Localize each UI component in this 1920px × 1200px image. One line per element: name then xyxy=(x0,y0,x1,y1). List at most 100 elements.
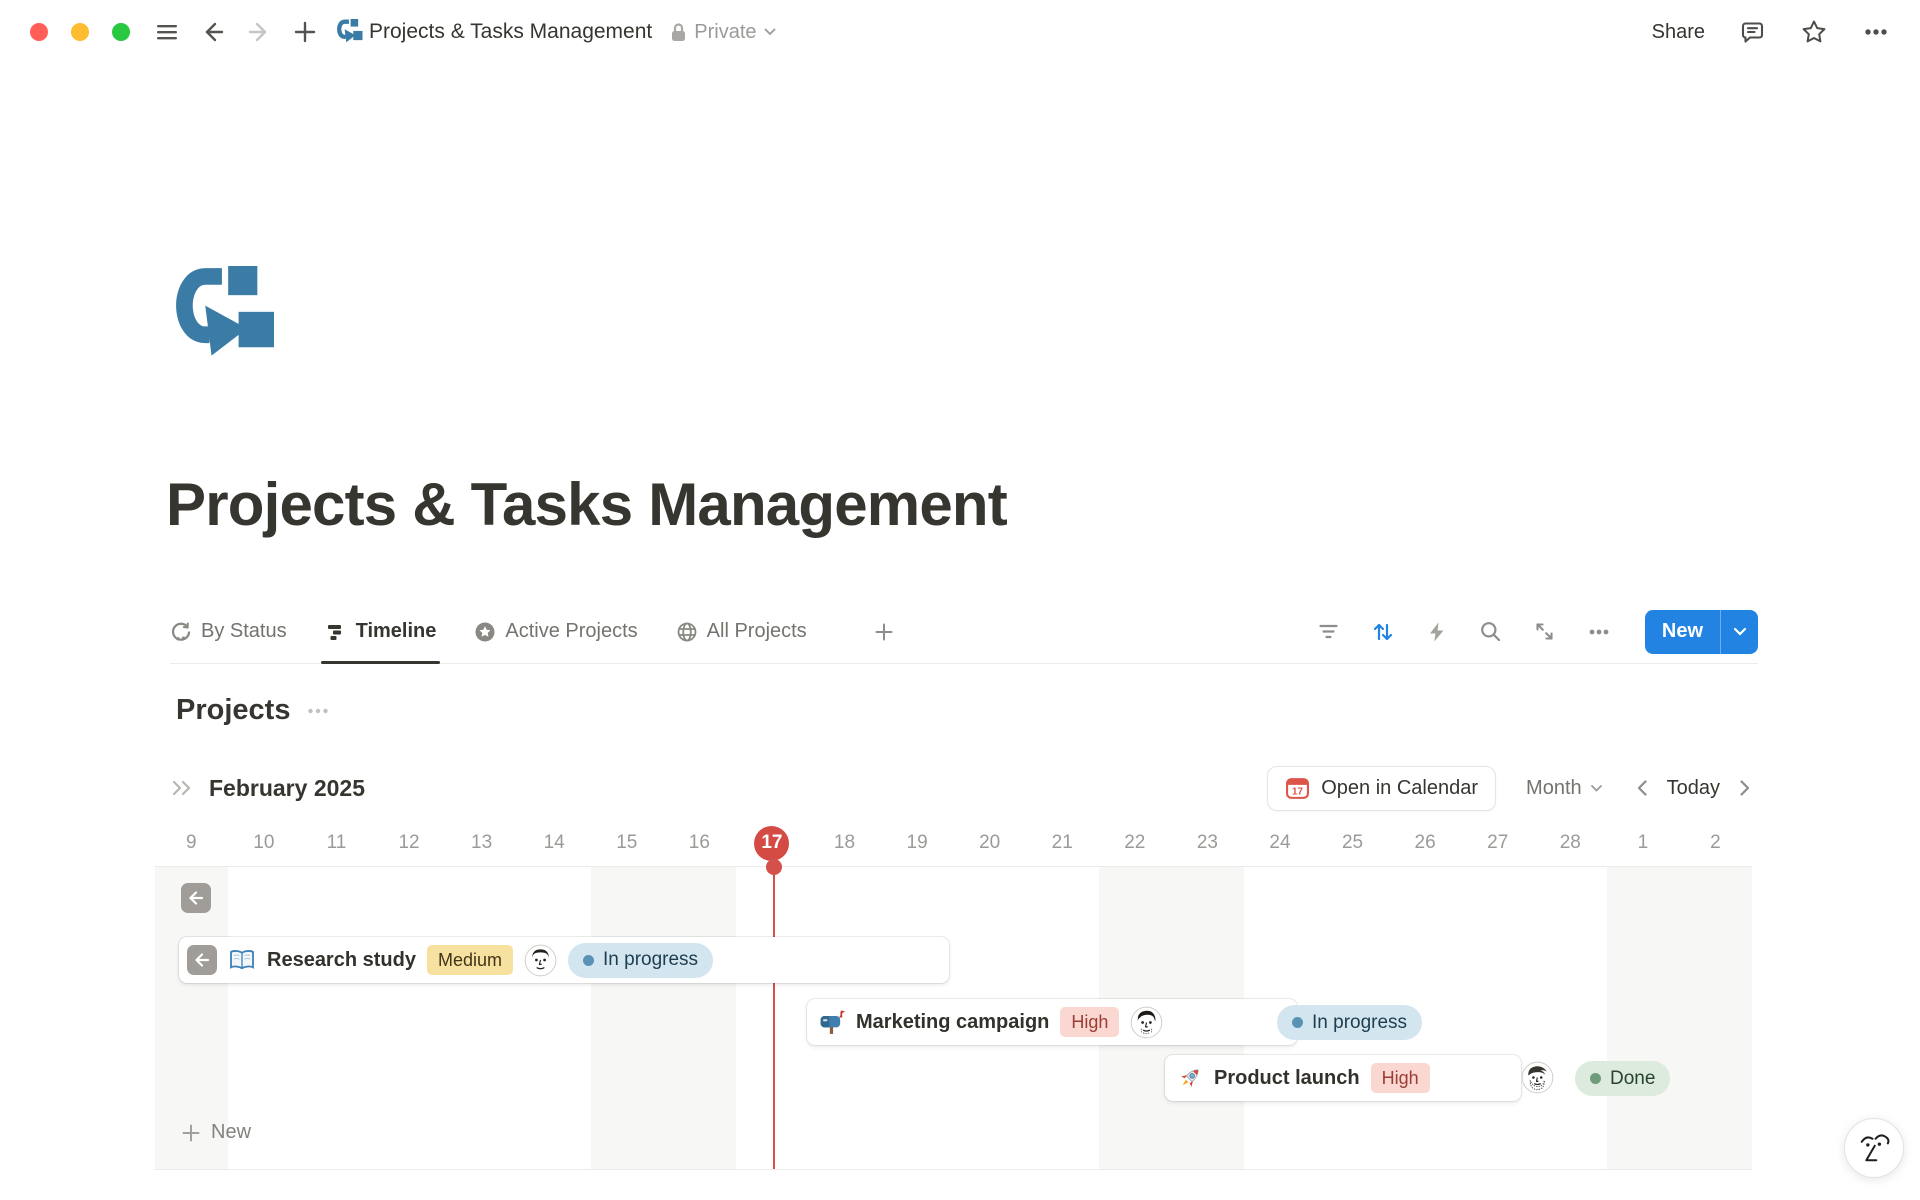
notion-ai-face-button[interactable] xyxy=(1844,1118,1904,1178)
date-label: 18 xyxy=(808,820,881,866)
tab-timeline[interactable]: Timeline xyxy=(325,600,437,663)
date-label: 16 xyxy=(663,820,736,866)
date-label: 25 xyxy=(1316,820,1389,866)
database-options-icon[interactable] xyxy=(306,699,330,723)
priority-badge: High xyxy=(1371,1063,1430,1093)
date-label: 26 xyxy=(1389,820,1462,866)
status-pill: In progress xyxy=(568,943,713,978)
timeline-item-product-launch[interactable]: Product launch High xyxy=(1165,1055,1521,1101)
globe-icon xyxy=(676,621,698,643)
next-month-icon[interactable] xyxy=(1732,775,1758,801)
date-label: 9 xyxy=(155,820,228,866)
add-view-icon[interactable] xyxy=(873,621,895,643)
date-label: 28 xyxy=(1534,820,1607,866)
search-icon[interactable] xyxy=(1478,619,1503,644)
status-label: In progress xyxy=(1312,1012,1407,1034)
ai-face-icon xyxy=(1855,1128,1893,1168)
plus-icon xyxy=(181,1123,201,1143)
date-label: 15 xyxy=(590,820,663,866)
timeline-item-research-study[interactable]: Research study Medium In progress xyxy=(179,937,949,983)
svg-text:17: 17 xyxy=(1292,786,1303,797)
month-title[interactable]: February 2025 xyxy=(209,775,365,802)
date-label: 23 xyxy=(1171,820,1244,866)
new-button-label[interactable]: New xyxy=(1645,610,1720,654)
page-mini-logo xyxy=(336,19,363,45)
lock-icon xyxy=(670,22,687,42)
double-chevron-icon[interactable] xyxy=(170,777,195,799)
date-label: 10 xyxy=(228,820,301,866)
rocket-emoji xyxy=(1177,1065,1203,1091)
timeline-body: Research study Medium In progress Market… xyxy=(155,866,1752,1170)
tab-by-status[interactable]: By Status xyxy=(170,600,287,663)
open-in-calendar-label: Open in Calendar xyxy=(1321,777,1478,800)
item-title: Research study xyxy=(267,949,416,972)
scroll-to-item-button[interactable] xyxy=(181,883,211,913)
filter-icon[interactable] xyxy=(1316,619,1341,644)
scroll-to-item-button[interactable] xyxy=(187,945,217,975)
back-icon[interactable] xyxy=(198,17,228,47)
tab-active-projects[interactable]: Active Projects xyxy=(474,600,637,663)
zoom-level-label: Month xyxy=(1526,777,1582,800)
share-button[interactable]: Share xyxy=(1652,21,1705,44)
tab-all-projects[interactable]: All Projects xyxy=(676,600,807,663)
date-label: 27 xyxy=(1461,820,1534,866)
timeline-new-row-button[interactable]: New xyxy=(181,1121,251,1144)
chevron-down-icon xyxy=(764,28,776,36)
more-options-icon[interactable] xyxy=(1862,18,1890,46)
open-in-calendar-button[interactable]: 17 Open in Calendar xyxy=(1267,766,1496,811)
views-toolbar-row: By Status Timeline Active Projects All P… xyxy=(170,600,1758,664)
tab-label: All Projects xyxy=(707,620,807,643)
sort-icon[interactable] xyxy=(1370,619,1396,645)
date-label: 22 xyxy=(1099,820,1172,866)
weekend-shade xyxy=(1607,867,1752,1169)
date-label: 11 xyxy=(300,820,373,866)
assignee-avatar xyxy=(1130,1006,1163,1039)
sidebar-menu-icon[interactable] xyxy=(152,17,182,47)
item-title: Marketing campaign xyxy=(856,1011,1049,1034)
status-cycle-icon xyxy=(170,621,192,643)
assignee-avatar xyxy=(1521,1061,1554,1094)
priority-badge: High xyxy=(1060,1007,1119,1037)
assignee-avatar xyxy=(524,944,557,977)
status-label: In progress xyxy=(603,949,698,971)
mailbox-emoji xyxy=(819,1009,845,1035)
tab-label: Timeline xyxy=(356,620,437,643)
privacy-selector[interactable]: Private xyxy=(670,21,775,44)
automations-bolt-icon[interactable] xyxy=(1425,620,1449,644)
timeline-zoom-select[interactable]: Month xyxy=(1526,777,1603,800)
page-icon-logo[interactable] xyxy=(172,266,276,366)
timeline-item-marketing-campaign[interactable]: Marketing campaign High xyxy=(807,999,1297,1045)
status-dot xyxy=(1292,1017,1303,1028)
minimize-window-button[interactable] xyxy=(71,23,89,41)
zoom-window-button[interactable] xyxy=(112,23,130,41)
today-indicator-line xyxy=(773,867,775,1169)
status-pill: Done xyxy=(1575,1061,1670,1096)
database-title[interactable]: Projects xyxy=(176,694,290,727)
prev-month-icon[interactable] xyxy=(1629,775,1655,801)
item-title: Product launch xyxy=(1214,1067,1360,1090)
status-dot xyxy=(1590,1073,1601,1084)
comments-icon[interactable] xyxy=(1739,19,1766,46)
window-titlebar: Projects & Tasks Management Private Shar… xyxy=(0,0,1920,64)
date-label: 12 xyxy=(373,820,446,866)
new-page-icon[interactable] xyxy=(290,17,320,47)
open-book-emoji xyxy=(228,948,256,973)
timeline-dates-row: 9 10 11 12 13 14 15 16 17 18 19 20 21 22… xyxy=(155,820,1752,866)
breadcrumb-page-title[interactable]: Projects & Tasks Management xyxy=(369,20,652,44)
priority-badge: Medium xyxy=(427,945,513,975)
weekend-shade xyxy=(591,867,736,1169)
page-title[interactable]: Projects & Tasks Management xyxy=(166,470,1007,539)
star-circle-icon xyxy=(474,621,496,643)
today-button[interactable]: Today xyxy=(1667,777,1720,800)
expand-icon[interactable] xyxy=(1532,619,1557,644)
new-dropdown-icon[interactable] xyxy=(1721,610,1758,654)
status-dot xyxy=(583,955,594,966)
date-label: 13 xyxy=(445,820,518,866)
view-more-icon[interactable] xyxy=(1586,619,1612,645)
tab-label: Active Projects xyxy=(505,620,637,643)
close-window-button[interactable] xyxy=(30,23,48,41)
favorite-star-icon[interactable] xyxy=(1800,18,1828,46)
new-button[interactable]: New xyxy=(1645,610,1758,654)
calendar-icon: 17 xyxy=(1285,776,1310,801)
date-label: 19 xyxy=(881,820,954,866)
